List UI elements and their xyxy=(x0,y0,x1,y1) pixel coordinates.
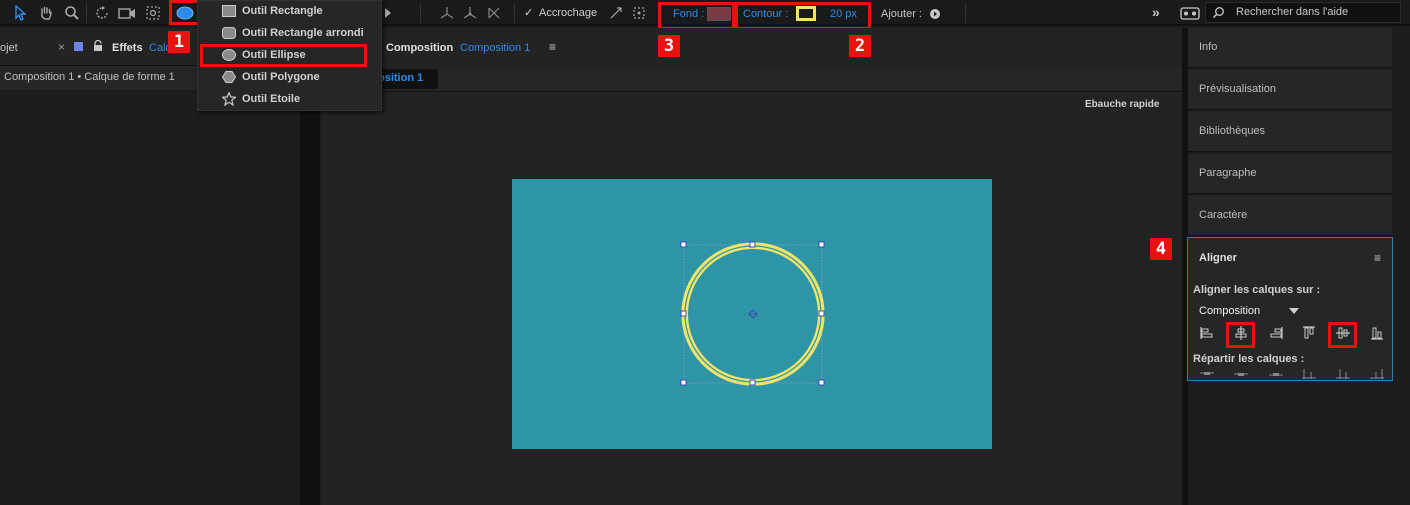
star-icon xyxy=(222,92,236,106)
panel-menu-icon[interactable]: ≡ xyxy=(1374,251,1381,265)
tab-effects[interactable]: Effets xyxy=(112,42,143,54)
align-panel-title: Aligner xyxy=(1199,252,1237,264)
composition-panel-label: Composition xyxy=(386,42,454,54)
distribute-bottom-icon[interactable] xyxy=(1269,369,1283,381)
selection-tool-icon[interactable] xyxy=(10,3,30,23)
panel-info-label: Info xyxy=(1199,41,1218,53)
panel-paragraph[interactable]: Paragraphe xyxy=(1188,154,1392,194)
align-left-icon[interactable] xyxy=(1200,326,1214,343)
composition-tab-bar xyxy=(320,68,1182,92)
stroke-color-swatch[interactable] xyxy=(796,6,816,21)
breadcrumb: Composition 1 • Calque de forme 1 xyxy=(4,71,175,83)
align-vertical-center-icon[interactable] xyxy=(1336,326,1350,343)
menu-item-star[interactable]: Outil Etoile xyxy=(198,89,381,111)
layer-color-icon xyxy=(74,42,83,51)
add-label[interactable]: Ajouter : xyxy=(881,8,922,20)
distribute-hcenter-icon[interactable] xyxy=(1336,369,1350,382)
snap-features-icon[interactable] xyxy=(629,3,649,23)
fill-color-swatch[interactable] xyxy=(707,7,731,21)
callout-tag-3: 3 xyxy=(658,35,680,57)
view-axis-icon[interactable] xyxy=(484,3,504,23)
draft-3d-label[interactable]: Ebauche rapide xyxy=(1085,99,1159,110)
menu-item-label: Outil Etoile xyxy=(242,93,301,105)
menu-item-label: Outil Rectangle arrondi xyxy=(242,27,364,39)
zoom-tool-icon[interactable] xyxy=(62,3,82,23)
align-panel: Aligner ≡ Aligner les calques sur : Comp… xyxy=(1187,237,1393,381)
composition-panel-header: Composition Composition 1 ≡ xyxy=(320,28,1182,68)
panel-preview[interactable]: Prévisualisation xyxy=(1188,70,1392,110)
composition-name[interactable]: Composition 1 xyxy=(460,42,530,54)
callout-tag-4: 4 xyxy=(1150,238,1172,260)
stroke-label[interactable]: Contour : xyxy=(743,8,788,20)
stroke-width-value[interactable]: 20 px xyxy=(830,8,857,20)
workspace-icon[interactable] xyxy=(1180,7,1200,20)
distribute-vcenter-icon[interactable] xyxy=(1234,369,1248,381)
panel-paragraph-label: Paragraphe xyxy=(1199,167,1257,179)
search-icon xyxy=(1212,6,1225,22)
world-axis-icon[interactable] xyxy=(460,3,480,23)
toolbar-separator xyxy=(965,3,966,23)
ellipse-tool-icon[interactable] xyxy=(175,3,195,23)
local-axis-icon[interactable] xyxy=(437,3,457,23)
chevron-down-icon xyxy=(1289,308,1299,314)
pan-behind-tool-icon[interactable] xyxy=(143,3,163,23)
composition-tab-label: osition 1 xyxy=(378,72,424,84)
help-search-input[interactable]: Rechercher dans l'aide xyxy=(1236,6,1348,18)
lock-icon[interactable] xyxy=(93,39,103,55)
menu-item-rectangle[interactable]: Outil Rectangle xyxy=(198,1,381,23)
menu-item-rounded-rectangle[interactable]: Outil Rectangle arrondi xyxy=(198,23,381,45)
overflow-chevron-icon[interactable]: » xyxy=(1152,4,1160,20)
camera-tool-icon[interactable] xyxy=(117,3,137,23)
toolbar-separator xyxy=(86,3,87,23)
tab-project[interactable]: ojet xyxy=(0,42,18,54)
panel-menu-icon[interactable]: ≡ xyxy=(549,40,556,54)
fill-label[interactable]: Fond : xyxy=(673,8,704,20)
tab-composition-1[interactable]: osition 1 xyxy=(378,69,438,89)
menu-item-polygon[interactable]: Outil Polygone xyxy=(198,67,381,89)
align-to-label: Aligner les calques sur : xyxy=(1193,284,1321,296)
rotate-tool-icon[interactable] xyxy=(92,3,112,23)
ellipse-layer[interactable] xyxy=(512,179,992,449)
add-menu-icon[interactable] xyxy=(930,9,940,19)
menu-item-label: Outil Rectangle xyxy=(242,5,323,17)
toolbar-separator xyxy=(514,3,515,23)
callout-box-ellipse-item xyxy=(200,44,367,67)
panel-libraries-label: Bibliothèques xyxy=(1199,125,1266,137)
align-right-icon[interactable] xyxy=(1269,326,1283,343)
panel-libraries[interactable]: Bibliothèques xyxy=(1188,112,1392,152)
align-horizontal-center-icon[interactable] xyxy=(1234,326,1248,343)
align-to-value: Composition xyxy=(1199,305,1261,317)
align-top-icon[interactable] xyxy=(1302,326,1316,343)
callout-tag-2: 2 xyxy=(849,35,871,57)
close-tab-icon[interactable]: × xyxy=(58,40,65,54)
rounded-rectangle-icon xyxy=(222,27,236,39)
distribute-label: Répartir les calques : xyxy=(1193,353,1305,365)
panel-info[interactable]: Info xyxy=(1188,28,1392,68)
distribute-right-icon[interactable] xyxy=(1370,369,1384,382)
align-bottom-icon[interactable] xyxy=(1370,326,1384,343)
rectangle-icon xyxy=(222,5,236,17)
align-to-select[interactable]: Composition xyxy=(1193,302,1303,320)
hand-tool-icon[interactable] xyxy=(36,3,56,23)
panel-character-label: Caractère xyxy=(1199,209,1248,221)
callout-tag-1: 1 xyxy=(168,31,190,53)
panel-preview-label: Prévisualisation xyxy=(1199,83,1277,95)
snap-edges-icon[interactable] xyxy=(606,3,626,23)
menu-item-label: Outil Polygone xyxy=(242,71,320,83)
toolbar-separator xyxy=(420,3,421,23)
distribute-left-icon[interactable] xyxy=(1302,369,1316,382)
polygon-icon xyxy=(222,71,236,83)
panel-character[interactable]: Caractère xyxy=(1188,196,1392,236)
snap-label: Accrochage xyxy=(539,7,598,19)
composition-stage[interactable] xyxy=(512,179,992,449)
snap-checkbox[interactable]: ✓ xyxy=(524,6,533,19)
distribute-top-icon[interactable] xyxy=(1200,369,1214,381)
